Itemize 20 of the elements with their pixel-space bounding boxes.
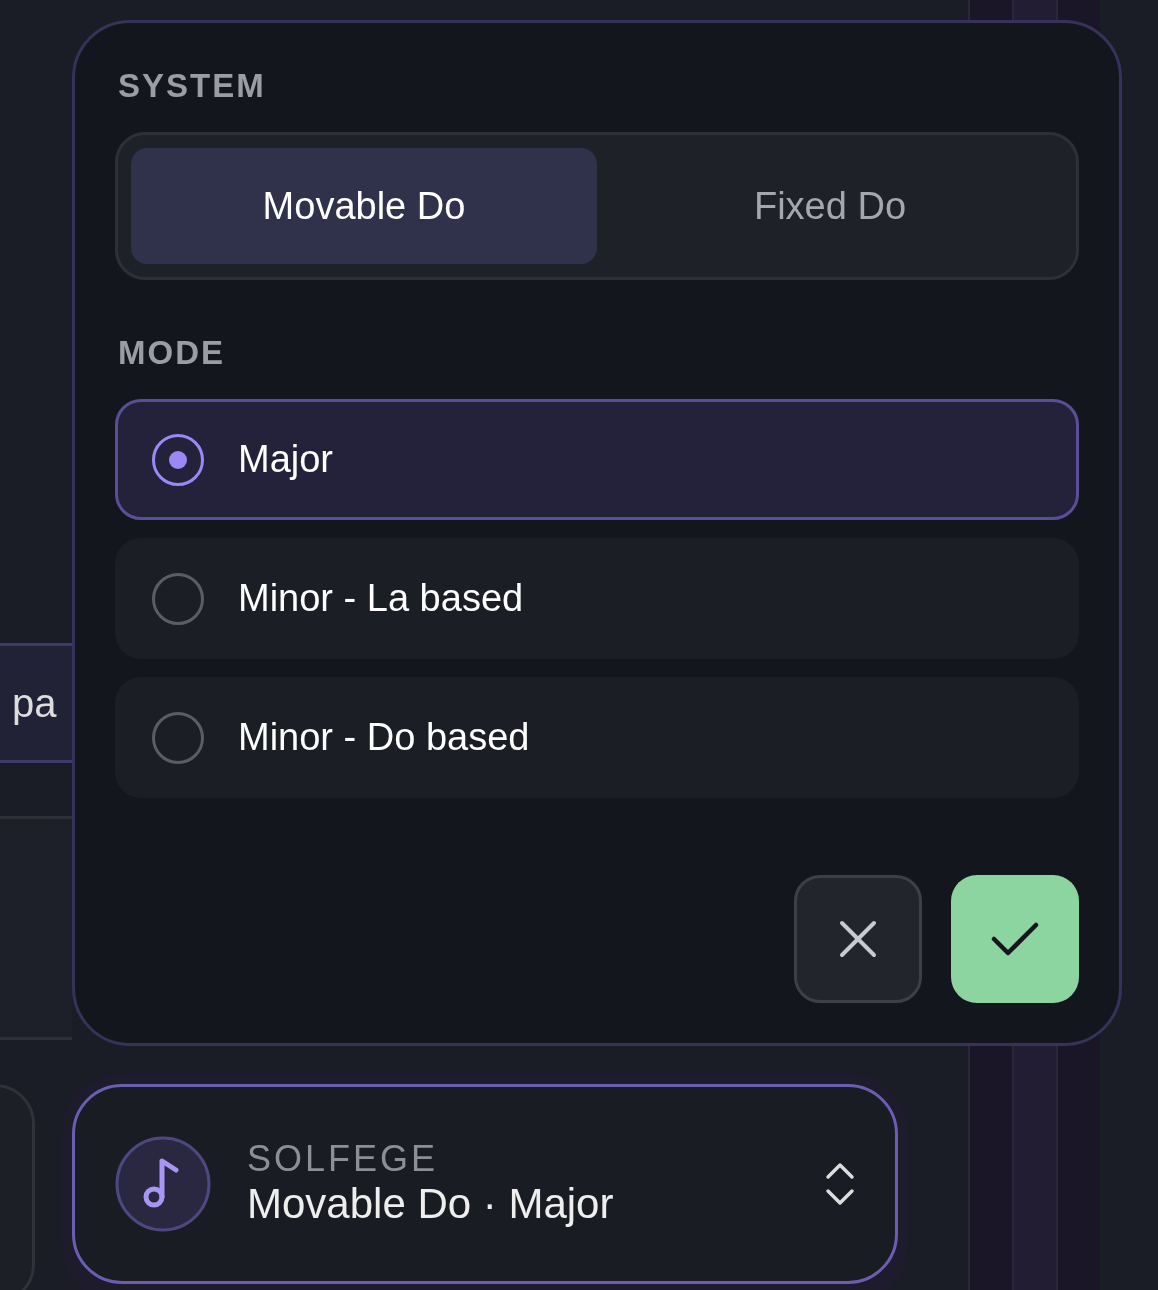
radio-icon [152,572,204,625]
confirm-button[interactable] [951,875,1079,1003]
selector-value: Movable Do · Major [247,1178,615,1229]
mode-option[interactable]: Major [115,399,1079,520]
system-tab[interactable]: Movable Do [131,148,597,264]
radio-icon [152,711,204,764]
music-note-icon [115,1136,211,1232]
solfege-selector[interactable]: SOLFEGE Movable Do · Major [72,1084,898,1284]
system-tab[interactable]: Fixed Do [597,148,1063,264]
panel-text: pa [11,680,57,727]
mode-option[interactable]: Minor - Do based [115,677,1079,798]
mode-option[interactable]: Minor - La based [115,538,1079,659]
cancel-button[interactable] [794,875,922,1003]
check-icon [991,921,1039,957]
section-heading: MODE [118,336,226,369]
chevron-updown-icon [825,1162,855,1206]
radio-icon [152,433,204,486]
section-heading: SYSTEM [118,69,267,102]
close-icon [839,920,877,958]
selector-label: SOLFEGE [247,1139,440,1179]
